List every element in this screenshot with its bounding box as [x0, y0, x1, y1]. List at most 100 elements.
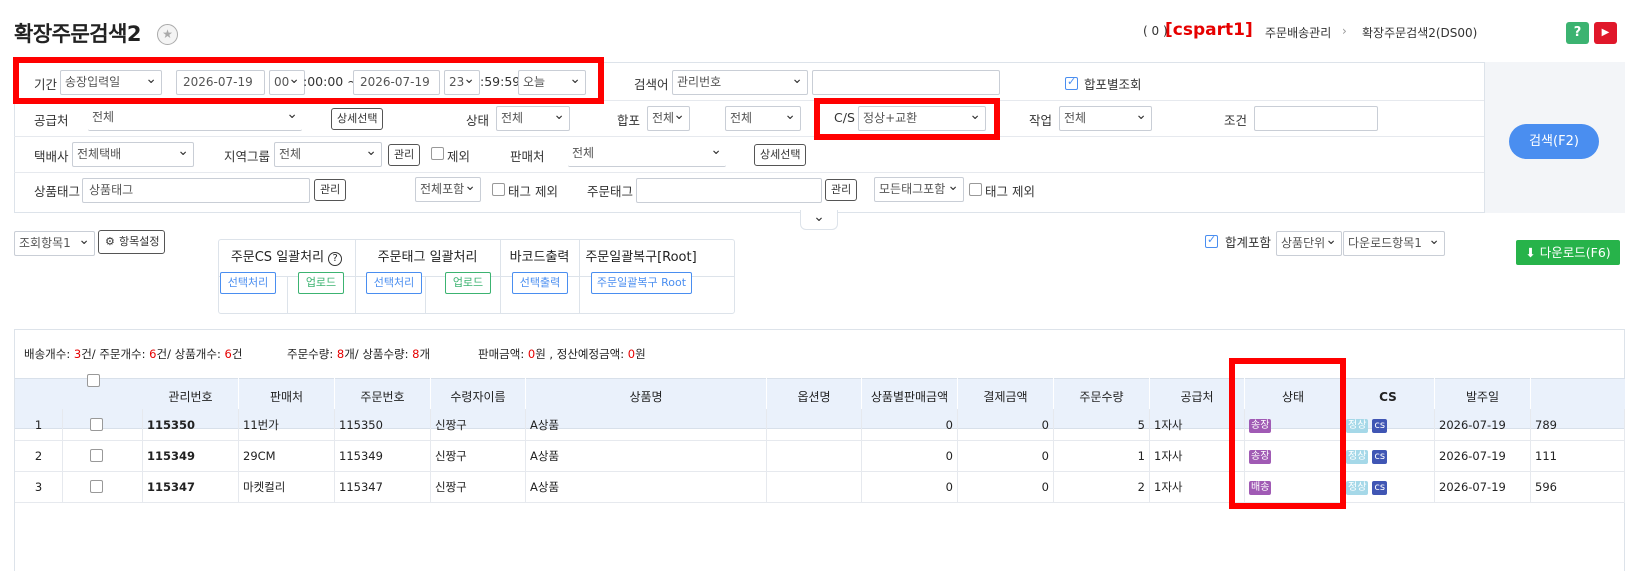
cell-pay-amount: 0: [958, 409, 1054, 441]
product-tag-input[interactable]: 상품태그: [82, 178, 310, 203]
unit-select[interactable]: 상품단위: [1276, 231, 1342, 256]
cell-qty: 1: [1054, 440, 1150, 472]
bulk-tag-select-button[interactable]: 선택처리: [366, 272, 422, 294]
merge-label: 합포: [617, 113, 641, 128]
cs-normal-badge[interactable]: 정상: [1346, 418, 1369, 433]
select-all-checkbox[interactable]: [87, 374, 100, 387]
supplier-select[interactable]: 전체: [88, 106, 302, 131]
cell-order-no: 115350: [335, 409, 431, 441]
row-checkbox[interactable]: [90, 418, 103, 431]
seller-select[interactable]: 전체: [568, 142, 726, 167]
divider: [14, 172, 1484, 173]
product-tag-scope-select[interactable]: 전체포함: [415, 177, 481, 202]
product-tag-label: 상품태그: [34, 184, 81, 199]
ship-label: 배송개수:: [24, 347, 71, 361]
cell-mgmt: 115350: [143, 409, 239, 441]
seller-detail-button[interactable]: 상세선택: [754, 144, 807, 166]
cs-cell: 정상 cs: [1342, 440, 1435, 472]
cell-product: A상품: [526, 409, 767, 441]
courier-select[interactable]: 전체택배: [72, 142, 194, 167]
video-play-button[interactable]: ▶: [1594, 22, 1617, 44]
cell-order-date: 2026-07-19: [1435, 409, 1531, 441]
cell-mgmt: 115347: [143, 471, 239, 503]
tag-exclude-checkbox[interactable]: [492, 183, 505, 196]
cell-no: 3: [15, 471, 63, 503]
collapse-chevron-icon[interactable]: ⌄: [800, 210, 838, 230]
gear-icon: ⚙: [105, 235, 115, 248]
cell-extra: 111: [1531, 440, 1625, 472]
favorite-star-icon[interactable]: ★: [157, 24, 178, 45]
row-checkbox[interactable]: [90, 449, 103, 462]
page-title: 확장주문검색2: [14, 22, 142, 46]
work-select[interactable]: 전체: [1059, 106, 1152, 131]
exclude-checkbox[interactable]: [431, 147, 444, 160]
supplier-detail-button[interactable]: 상세선택: [331, 108, 384, 130]
cell-item-amount: 0: [862, 440, 958, 472]
column-settings-button[interactable]: ⚙ 항목설정: [98, 230, 166, 254]
divider: [14, 136, 1484, 137]
search-button[interactable]: 검색(F2): [1509, 124, 1599, 159]
breadcrumb-chevron-icon: ›: [1342, 24, 1347, 38]
summary-counts: 배송개수: 3건/ 주문개수: 6건/ 상품개수: 6건: [24, 346, 242, 362]
view-item-select[interactable]: 조회항목1: [14, 231, 95, 256]
keyword-type-select[interactable]: 관리번호: [672, 70, 808, 95]
row-checkbox[interactable]: [90, 480, 103, 493]
cell-seller: 29CM: [239, 440, 335, 472]
region-select[interactable]: 전체: [274, 142, 382, 167]
product-qty-unit: 개: [419, 347, 431, 361]
highlight-box: [1229, 358, 1346, 509]
tag-exclude-label: 태그 제외: [508, 184, 558, 199]
order-tag-manage-button[interactable]: 관리: [825, 179, 858, 201]
barcode-select-button[interactable]: 선택출력: [512, 272, 568, 294]
download-item-select[interactable]: 다운로드항목1: [1343, 231, 1445, 256]
ship-unit: 건/: [81, 347, 96, 361]
question-circle-icon[interactable]: ?: [328, 252, 343, 266]
cell-pay-amount: 0: [958, 440, 1054, 472]
cell-order-date: 2026-07-19: [1435, 440, 1531, 472]
bulk-cs-select-button[interactable]: 선택처리: [220, 272, 276, 294]
cell-extra: 789: [1531, 409, 1625, 441]
product-qty: 8: [412, 347, 420, 361]
breadcrumb-current: 확장주문검색2(DS00): [1362, 26, 1478, 40]
cell-receiver: 신짱구: [431, 409, 526, 441]
bulk-tag-upload-button[interactable]: 업로드: [445, 272, 491, 294]
help-button[interactable]: ?: [1566, 22, 1589, 44]
cs-normal-badge[interactable]: 정상: [1346, 449, 1369, 464]
condition-input[interactable]: [1254, 106, 1378, 131]
bulk-cs-upload-button[interactable]: 업로드: [298, 272, 344, 294]
divider: [287, 277, 288, 314]
product-qty-label: 상품수량:: [362, 347, 409, 361]
product-tag-manage-button[interactable]: 관리: [314, 179, 347, 201]
cell-seller: 마켓컬리: [239, 471, 335, 503]
merge-select-1[interactable]: 전체: [647, 106, 690, 131]
restore-root-button[interactable]: 주문일괄복구 Root: [591, 272, 692, 294]
download-button[interactable]: ⬇ 다운로드(F6): [1516, 240, 1620, 265]
order-tag-scope-select[interactable]: 모든태그포함: [874, 177, 964, 202]
summary-amounts: 판매금액: 0원 , 정산예정금액: 0원: [478, 346, 646, 362]
cs-history-badge[interactable]: cs: [1372, 480, 1388, 495]
cell-pay-amount: 0: [958, 471, 1054, 503]
settle-unit: 원: [635, 347, 646, 361]
cs-history-badge[interactable]: cs: [1372, 418, 1388, 433]
status-select[interactable]: 전체: [496, 106, 570, 131]
barcode-title: 바코드출력: [509, 250, 570, 265]
order-tag-exclude-checkbox[interactable]: [969, 183, 982, 196]
cell-item-amount: 0: [862, 471, 958, 503]
region-manage-button[interactable]: 관리: [388, 144, 421, 166]
order-tag-input[interactable]: [636, 178, 822, 203]
count-badge: ( 0 ): [1143, 24, 1168, 38]
supplier-label: 공급처: [34, 113, 69, 128]
cell-receiver: 신짱구: [431, 471, 526, 503]
order-qty-unit: 개/: [344, 347, 359, 361]
include-total-checkbox[interactable]: [1205, 233, 1218, 248]
merge-view-checkbox[interactable]: [1065, 75, 1078, 90]
cs-cell: 정상 cs: [1342, 471, 1435, 503]
keyword-input[interactable]: [812, 70, 1000, 95]
breadcrumb-parent[interactable]: 주문배송관리: [1265, 24, 1331, 41]
cell-order-date: 2026-07-19: [1435, 471, 1531, 503]
cs-history-badge[interactable]: cs: [1372, 449, 1388, 464]
merge-view-label: 합포별조회: [1084, 77, 1142, 92]
merge-select-2[interactable]: 전체: [725, 106, 801, 131]
order-label: 주문개수:: [99, 347, 146, 361]
cs-normal-badge[interactable]: 정상: [1346, 480, 1369, 495]
